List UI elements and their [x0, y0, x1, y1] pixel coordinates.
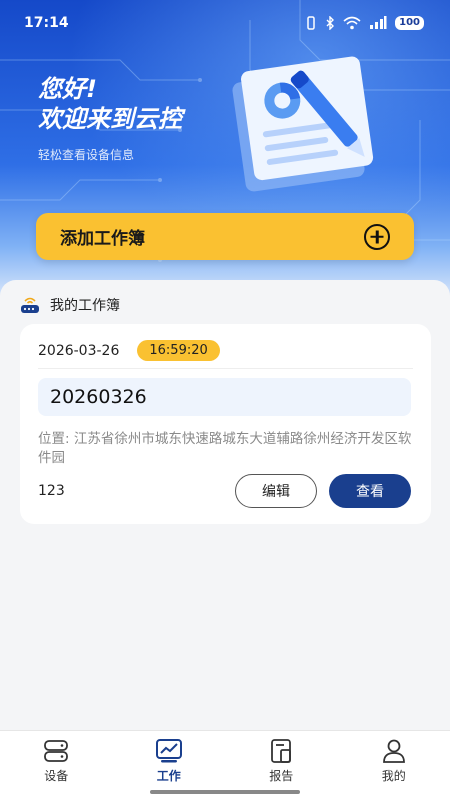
report-icon: [271, 739, 292, 763]
workbook-panel: 我的工作簿 2026-03-26 16:59:20 20260326 位置: 江…: [0, 280, 450, 730]
greeting-line-1: 您好!: [38, 75, 97, 103]
device-icon: [44, 740, 69, 762]
user-icon: [382, 739, 405, 763]
battery-indicator: 100: [395, 16, 424, 30]
add-workbook-label: 添加工作簿: [60, 229, 145, 249]
workbook-location: 位置: 江苏省徐州市城东快速路城东大道辅路徐州经济开发区软件园: [38, 431, 412, 466]
time-badge: 16:59:20: [137, 340, 220, 361]
tab-report-label: 报告: [269, 769, 294, 783]
tab-mine-label: 我的: [381, 769, 406, 783]
work-chart-icon: [155, 739, 182, 763]
signal-icon: [370, 16, 387, 29]
status-bar: 17:14 100: [0, 0, 450, 46]
view-button[interactable]: 查看: [329, 474, 411, 508]
workbook-card[interactable]: 2026-03-26 16:59:20 20260326 位置: 江苏省徐州市城…: [20, 324, 431, 524]
add-workbook-button[interactable]: 添加工作簿: [36, 213, 414, 260]
status-time: 17:14: [24, 15, 69, 31]
card-actions: 编辑 查看: [235, 474, 411, 508]
home-indicator[interactable]: [150, 790, 300, 794]
wifi-icon: [343, 16, 361, 30]
status-icons: 100: [305, 16, 424, 30]
workbook-date: 2026-03-26: [38, 342, 120, 359]
workbook-name: 20260326: [38, 378, 411, 416]
section-title: 我的工作簿: [50, 298, 120, 314]
router-icon: [21, 297, 39, 313]
tab-device[interactable]: 设备: [0, 731, 113, 800]
plus-circle-icon: [364, 223, 390, 250]
section-header: 我的工作簿: [20, 295, 120, 315]
edit-button[interactable]: 编辑: [235, 474, 317, 508]
document-pen-illustration: [232, 56, 374, 192]
card-header: 2026-03-26 16:59:20: [38, 340, 220, 361]
workbook-count: 123: [38, 483, 65, 499]
bluetooth-icon: [326, 16, 335, 30]
tab-mine[interactable]: 我的: [338, 731, 450, 800]
card-divider: [38, 368, 413, 369]
vibrate-icon: [307, 16, 315, 30]
greeting: 您好! 欢迎来到云控: [38, 74, 182, 134]
greeting-line-2: 欢迎来到云控: [38, 105, 182, 133]
tab-device-label: 设备: [44, 769, 69, 783]
tab-work-label: 工作: [156, 769, 181, 783]
hero-subtitle: 轻松查看设备信息: [38, 148, 135, 162]
card-footer: 123 编辑 查看: [38, 474, 411, 508]
